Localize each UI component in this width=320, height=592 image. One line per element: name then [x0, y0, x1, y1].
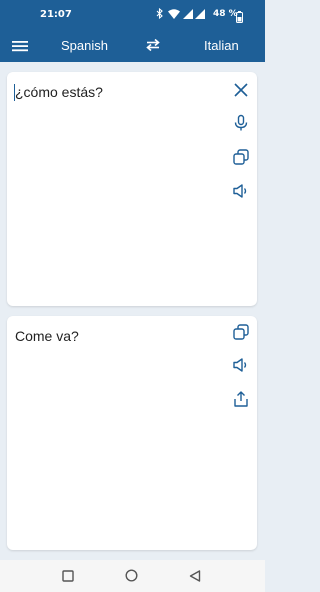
input-text-field[interactable]: ¿cómo estás? [15, 84, 103, 100]
swap-languages-icon[interactable] [145, 38, 161, 52]
battery-icon [236, 8, 243, 27]
status-bar: 21:07 48 % [0, 0, 265, 30]
source-language-button[interactable]: Spanish [61, 38, 108, 53]
wifi-icon [168, 8, 180, 19]
target-language-button[interactable]: Italian [204, 38, 239, 53]
close-icon[interactable] [232, 81, 250, 99]
menu-icon[interactable] [12, 39, 28, 53]
signal-icon [195, 8, 205, 19]
signal-icon [183, 8, 193, 19]
input-card: ¿cómo estás? [7, 72, 257, 306]
output-card: Come va? [7, 316, 257, 550]
status-time: 21:07 [40, 9, 72, 20]
recents-square-icon[interactable] [62, 569, 74, 587]
home-circle-icon[interactable] [125, 569, 138, 587]
battery-level: 48 % [213, 9, 238, 19]
back-triangle-icon[interactable] [189, 569, 201, 587]
system-nav-bar [0, 560, 265, 592]
microphone-icon[interactable] [232, 114, 250, 132]
share-icon[interactable] [232, 390, 250, 408]
status-icons [156, 8, 205, 19]
bluetooth-icon [156, 8, 164, 19]
speaker-icon[interactable] [232, 182, 250, 200]
copy-icon[interactable] [232, 148, 250, 166]
app-bar: Spanish Italian [0, 30, 265, 62]
copy-icon[interactable] [232, 323, 250, 341]
speaker-icon[interactable] [232, 356, 250, 374]
translation-text: Come va? [15, 328, 79, 344]
